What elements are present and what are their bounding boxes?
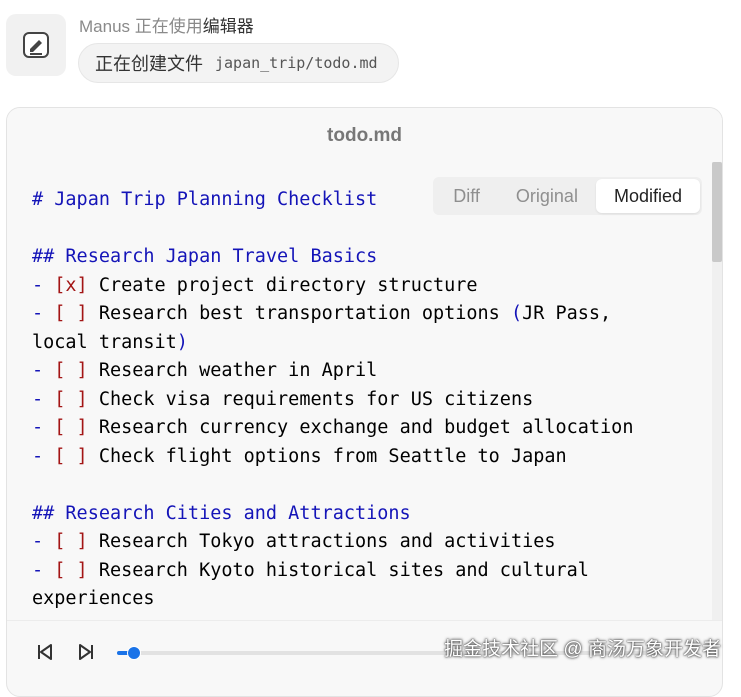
task-text: Create project directory structure	[87, 274, 478, 296]
editor-line	[32, 215, 633, 244]
list-bullet: -	[32, 559, 55, 581]
editor-line: - [ ] Research currency exchange and bud…	[32, 414, 633, 443]
paren-close: )	[176, 331, 188, 353]
tool-label-prefix: Manus 正在使用	[79, 17, 203, 36]
task-checkbox: [ ]	[54, 360, 88, 381]
tool-usage-label: Manus 正在使用编辑器	[79, 12, 254, 37]
tab-diff[interactable]: Diff	[435, 179, 498, 213]
editor-line: - [ ] Check flight options from Seattle …	[32, 443, 633, 472]
tool-label-name: 编辑器	[202, 17, 254, 36]
task-checkbox: [ ]	[54, 445, 88, 467]
editor-line: - [ ] Check visa requirements for US cit…	[32, 386, 633, 415]
list-bullet: -	[32, 388, 55, 410]
tab-modified[interactable]: Modified	[595, 179, 700, 213]
action-text: 正在创建文件	[95, 54, 203, 74]
task-text: Research weather in April	[87, 360, 378, 381]
editor-panel: todo.md # Japan Trip Planning Checklist #…	[6, 107, 723, 697]
editor-line: - [ ] Research Tokyo attractions and act…	[32, 528, 633, 557]
editor-line: - [x] Create project directory structure	[32, 272, 633, 301]
task-checkbox: [ ]	[54, 303, 88, 324]
editor-line: - [ ] Research weather in April	[32, 357, 633, 386]
task-text: Research best transportation options	[87, 303, 511, 324]
markdown-heading: ## Research Cities and Attractions	[32, 502, 411, 524]
action-file-path: japan_trip/todo.md	[215, 54, 378, 72]
task-checkbox: [ ]	[54, 417, 88, 438]
list-bullet: -	[32, 274, 55, 296]
task-checkbox: [x]	[54, 274, 88, 296]
task-checkbox: [ ]	[54, 388, 88, 410]
task-text: Check flight options from Seattle to Jap…	[87, 445, 567, 467]
editor-line: ## Research Japan Travel Basics	[32, 243, 633, 272]
wrapped-text: experiences	[32, 588, 155, 609]
editor-line: ## Research Cities and Attractions	[32, 500, 633, 529]
progress-handle[interactable]	[126, 646, 141, 660]
task-checkbox: [ ]	[54, 531, 88, 552]
skip-forward-icon[interactable]	[75, 641, 97, 663]
editor-tool-icon	[6, 14, 66, 76]
editor-line	[32, 471, 633, 500]
list-bullet: -	[32, 417, 55, 438]
task-text: Check visa requirements for US citizens	[87, 388, 534, 410]
task-checkbox: [ ]	[54, 559, 88, 581]
view-tabs: Diff Original Modified	[433, 177, 702, 215]
list-bullet: -	[32, 303, 55, 324]
editor-line: - [ ] Research best transportation optio…	[32, 300, 633, 329]
markdown-heading: # Japan Trip Planning Checklist	[32, 189, 378, 210]
skip-back-icon[interactable]	[34, 641, 56, 663]
wrapped-text: local transit	[32, 331, 177, 353]
task-text: Research Kyoto historical sites and cult…	[87, 559, 589, 581]
task-text: Research Tokyo attractions and activitie…	[87, 531, 556, 552]
paren-open: (	[510, 303, 523, 324]
editor-line: experiences	[32, 585, 633, 614]
markdown-heading: ## Research Japan Travel Basics	[32, 246, 378, 267]
panel-title: todo.md	[7, 108, 722, 162]
editor-line: - [ ] Research Kyoto historical sites an…	[32, 557, 633, 586]
action-pill[interactable]: 正在创建文件 japan_trip/todo.md	[78, 43, 399, 83]
task-text-continued: JR Pass,	[522, 303, 612, 324]
code-editor[interactable]: # Japan Trip Planning Checklist ## Resear…	[7, 162, 714, 620]
editor-lines: # Japan Trip Planning Checklist ## Resear…	[32, 186, 633, 614]
watermark: 掘金技术社区 @ 商汤万象开发者	[444, 639, 721, 660]
tab-original[interactable]: Original	[498, 179, 596, 213]
scrollbar-thumb[interactable]	[712, 162, 722, 262]
list-bullet: -	[32, 445, 55, 467]
task-text: Research currency exchange and budget al…	[87, 417, 634, 438]
editor-line: local transit)	[32, 329, 633, 358]
list-bullet: -	[32, 531, 55, 552]
list-bullet: -	[32, 360, 55, 381]
